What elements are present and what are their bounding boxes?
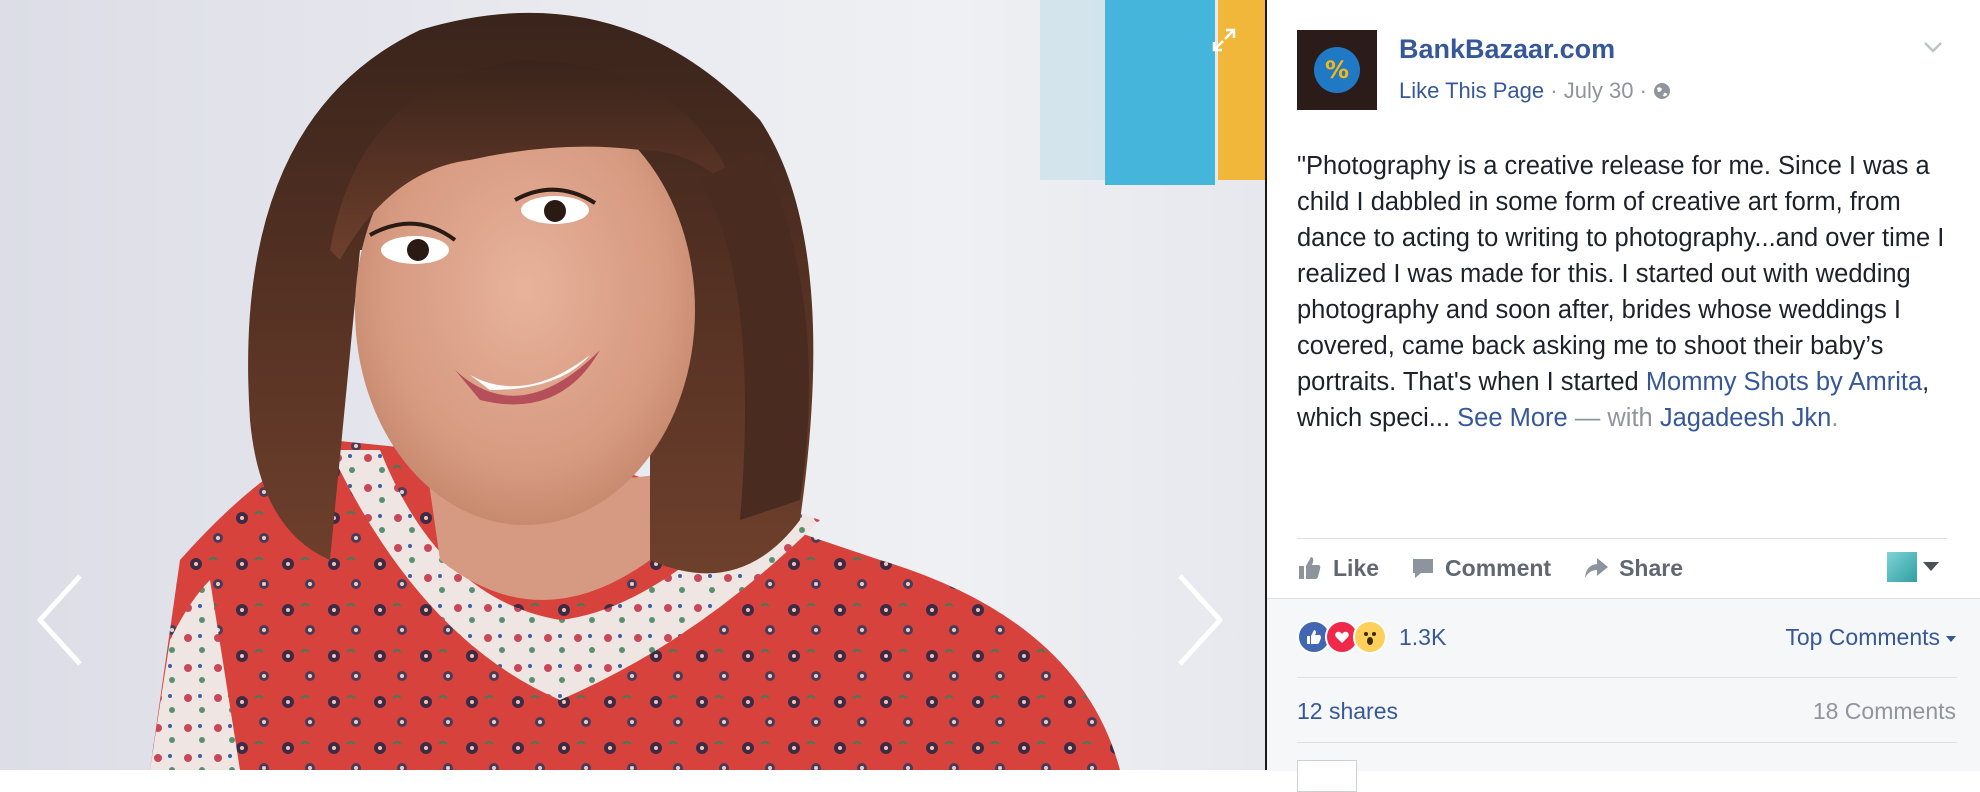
post-date[interactable]: July 30	[1564, 78, 1634, 103]
viewer-avatar[interactable]	[1887, 552, 1917, 582]
divider	[1297, 538, 1947, 539]
divider	[1297, 742, 1957, 743]
expand-icon[interactable]	[1210, 26, 1238, 54]
share-button[interactable]: Share	[1583, 555, 1683, 582]
chevron-left-icon[interactable]	[30, 570, 90, 670]
portrait-photo	[150, 0, 1265, 770]
see-more-link[interactable]: See More	[1457, 404, 1568, 432]
comments-count-link[interactable]: 18 Comments	[1813, 698, 1956, 725]
with-prefix: — with	[1567, 404, 1660, 432]
thumbs-up-icon	[1299, 557, 1321, 579]
comment-label: Comment	[1445, 554, 1552, 581]
wow-reaction-icon	[1353, 620, 1387, 654]
divider	[1297, 677, 1957, 678]
mommy-shots-link[interactable]: Mommy Shots by Amrita	[1646, 368, 1922, 396]
share-arrow-icon	[1585, 558, 1609, 578]
action-bar: Like Comment Share	[1297, 548, 1715, 588]
chevron-right-icon[interactable]	[1170, 570, 1230, 670]
post-message: "Photography is a creative release for m…	[1297, 148, 1967, 436]
tagged-person-link[interactable]: Jagadeesh Jkn	[1660, 404, 1832, 432]
globe-icon[interactable]	[1653, 82, 1671, 100]
like-page-link[interactable]: Like This Page	[1399, 78, 1544, 103]
shares-link[interactable]: 12 shares	[1297, 698, 1398, 725]
speech-bubble-icon	[1413, 559, 1434, 578]
page-avatar[interactable]: %	[1297, 30, 1377, 110]
post-panel: % BankBazaar.com Like This Page · July 3…	[1267, 0, 1980, 792]
chevron-down-icon[interactable]	[1922, 36, 1944, 58]
reactions-summary[interactable]: 1.3K	[1297, 620, 1446, 654]
page-name-link[interactable]: BankBazaar.com	[1399, 34, 1615, 65]
comment-button[interactable]: Comment	[1411, 555, 1551, 582]
post-text-body: "Photography is a creative release for m…	[1297, 152, 1945, 396]
share-label: Share	[1619, 554, 1684, 581]
post-meta: Like This Page · July 30 ·	[1399, 78, 1671, 104]
like-label: Like	[1333, 554, 1380, 581]
end-period: .	[1831, 404, 1839, 432]
caret-down-icon[interactable]	[1923, 562, 1939, 571]
meta-separator: ·	[1550, 78, 1558, 103]
reaction-count[interactable]: 1.3K	[1399, 624, 1446, 651]
commenter-avatar[interactable]	[1297, 760, 1357, 792]
like-button[interactable]: Like	[1297, 555, 1379, 582]
top-comments-dropdown[interactable]: Top Comments	[1785, 624, 1956, 651]
comment-preview	[1297, 752, 1957, 792]
percent-logo-icon: %	[1314, 47, 1360, 93]
photo-viewer[interactable]	[0, 0, 1265, 770]
meta-separator: ·	[1639, 78, 1647, 103]
